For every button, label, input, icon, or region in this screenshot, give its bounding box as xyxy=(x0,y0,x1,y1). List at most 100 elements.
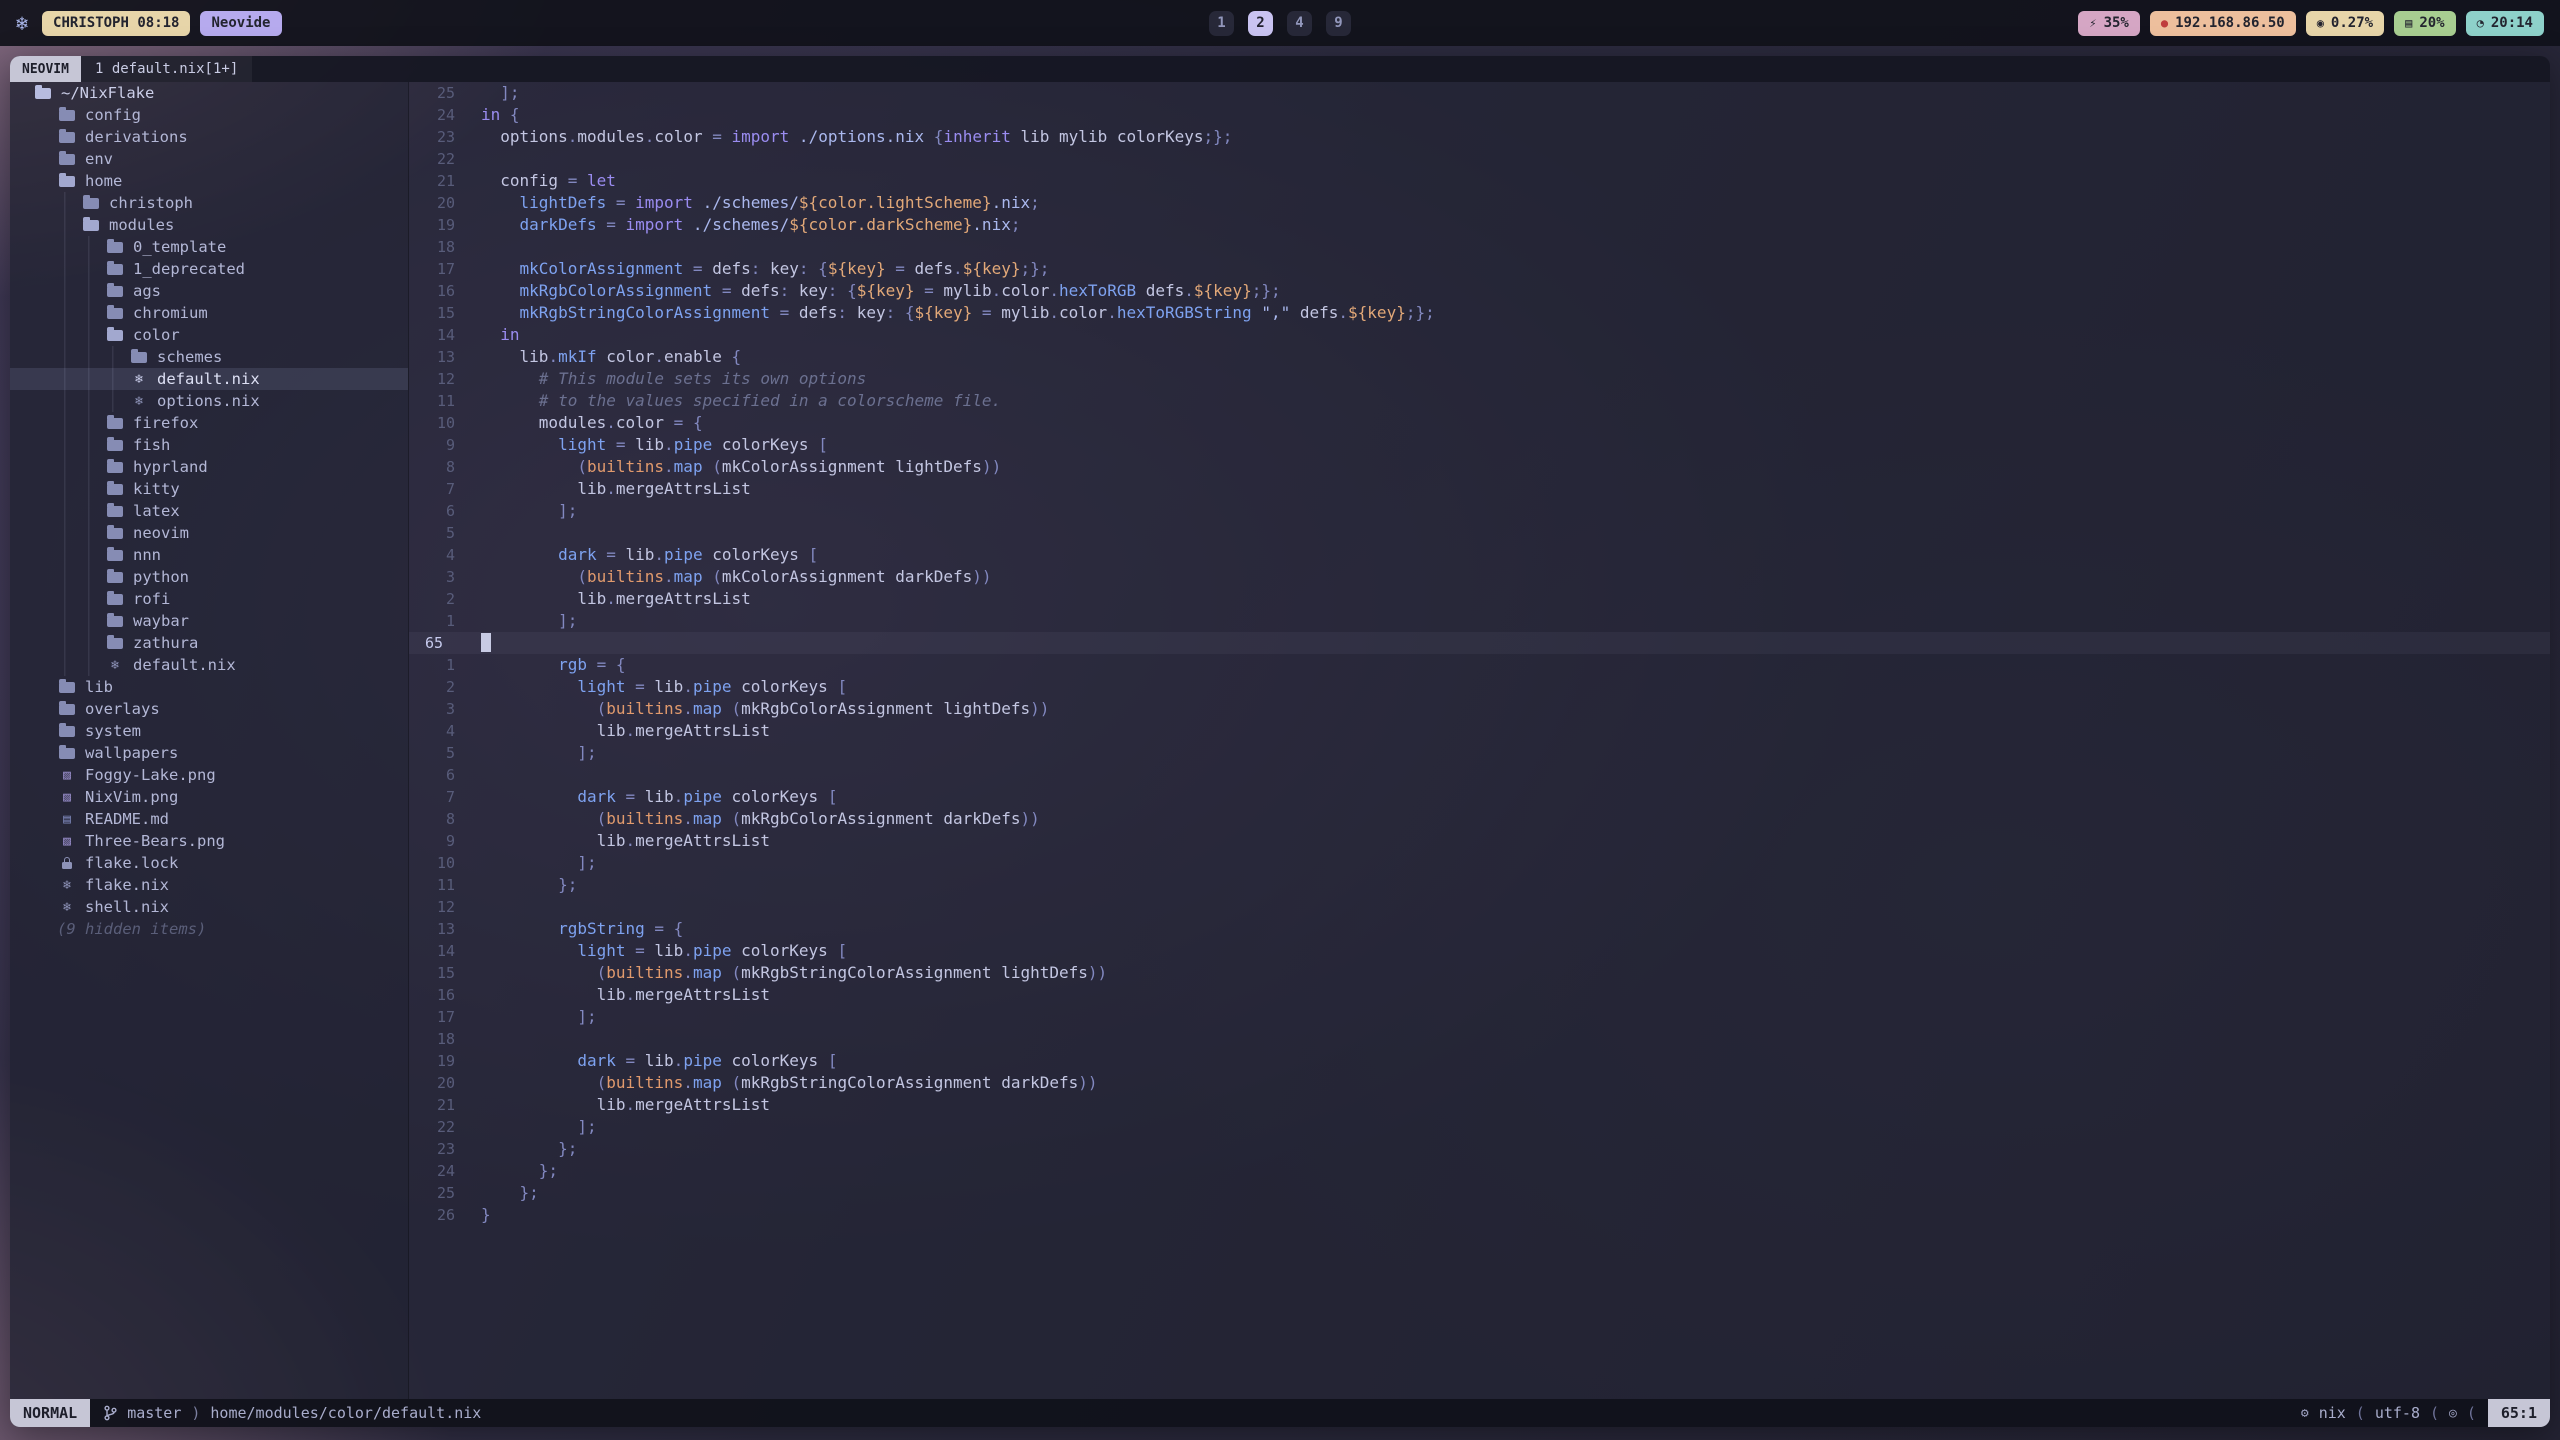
editor-line[interactable]: 15 mkRgbStringColorAssignment = defs: ke… xyxy=(409,302,2550,324)
editor-line[interactable]: 4 dark = lib.pipe colorKeys [ xyxy=(409,544,2550,566)
editor-line[interactable]: 2 light = lib.pipe colorKeys [ xyxy=(409,676,2550,698)
editor-line[interactable]: 12 # This module sets its own options xyxy=(409,368,2550,390)
tree-item-home[interactable]: home xyxy=(10,170,408,192)
editor-line[interactable]: 5 ]; xyxy=(409,742,2550,764)
editor-line[interactable]: 11 # to the values specified in a colors… xyxy=(409,390,2550,412)
tree-item-chromium[interactable]: chromium xyxy=(10,302,408,324)
editor-line[interactable]: 9 lib.mergeAttrsList xyxy=(409,830,2550,852)
tree-item-config[interactable]: config xyxy=(10,104,408,126)
editor-line[interactable]: 24 }; xyxy=(409,1160,2550,1182)
tree-item-default-nix[interactable]: ❄default.nix xyxy=(10,654,408,676)
tab-default-nix[interactable]: 1 default.nix[1+] xyxy=(81,56,252,82)
tree-item-waybar[interactable]: waybar xyxy=(10,610,408,632)
editor-line[interactable]: 18 xyxy=(409,1028,2550,1050)
workspace-button-9[interactable]: 9 xyxy=(1326,11,1351,36)
tree-item-three-bears-png[interactable]: ▨Three-Bears.png xyxy=(10,830,408,852)
editor-line[interactable]: 11 }; xyxy=(409,874,2550,896)
editor-line[interactable]: 5 xyxy=(409,522,2550,544)
editor-line[interactable]: 20 lightDefs = import ./schemes/${color.… xyxy=(409,192,2550,214)
editor-line[interactable]: 24in { xyxy=(409,104,2550,126)
tree-item-kitty[interactable]: kitty xyxy=(10,478,408,500)
editor-line[interactable]: 12 xyxy=(409,896,2550,918)
editor-line[interactable]: 8 (builtins.map (mkRgbColorAssignment da… xyxy=(409,808,2550,830)
editor-line[interactable]: 21 lib.mergeAttrsList xyxy=(409,1094,2550,1116)
code-text: ]; xyxy=(481,742,597,764)
workspace-button-2[interactable]: 2 xyxy=(1248,11,1273,36)
tree-item-nixflake[interactable]: ~/NixFlake xyxy=(10,82,408,104)
editor-line[interactable]: 22 xyxy=(409,148,2550,170)
tree-item-color[interactable]: color xyxy=(10,324,408,346)
editor-line[interactable]: 7 dark = lib.pipe colorKeys [ xyxy=(409,786,2550,808)
editor-line[interactable]: 21 config = let xyxy=(409,170,2550,192)
tree-item-modules[interactable]: modules xyxy=(10,214,408,236)
editor-line[interactable]: 18 xyxy=(409,236,2550,258)
tree-item-firefox[interactable]: firefox xyxy=(10,412,408,434)
tree-item-readme-md[interactable]: ▤README.md xyxy=(10,808,408,830)
editor-line[interactable]: 13 lib.mkIf color.enable { xyxy=(409,346,2550,368)
editor-line[interactable]: 14 light = lib.pipe colorKeys [ xyxy=(409,940,2550,962)
line-number: 9 xyxy=(409,434,481,456)
tree-item-christoph[interactable]: christoph xyxy=(10,192,408,214)
editor-line[interactable]: 10 ]; xyxy=(409,852,2550,874)
tree-item-1-deprecated[interactable]: 1_deprecated xyxy=(10,258,408,280)
tree-item-overlays[interactable]: overlays xyxy=(10,698,408,720)
editor-line[interactable]: 23 options.modules.color = import ./opti… xyxy=(409,126,2550,148)
tree-item-ags[interactable]: ags xyxy=(10,280,408,302)
tree-item-default-nix[interactable]: ❄default.nix xyxy=(10,368,408,390)
editor-line[interactable]: 16 lib.mergeAttrsList xyxy=(409,984,2550,1006)
editor-line[interactable]: 16 mkRgbColorAssignment = defs: key: {${… xyxy=(409,280,2550,302)
nix-file-icon: ❄ xyxy=(57,878,77,893)
editor[interactable]: 25 ];24in {23 options.modules.color = im… xyxy=(409,82,2550,1399)
tree-item-fish[interactable]: fish xyxy=(10,434,408,456)
tree-item-nnn[interactable]: nnn xyxy=(10,544,408,566)
tree-item-shell-nix[interactable]: ❄shell.nix xyxy=(10,896,408,918)
editor-line[interactable]: 14 in xyxy=(409,324,2550,346)
editor-line[interactable]: 3 (builtins.map (mkRgbColorAssignment li… xyxy=(409,698,2550,720)
editor-line[interactable]: 65 xyxy=(409,632,2550,654)
editor-line[interactable]: 7 lib.mergeAttrsList xyxy=(409,478,2550,500)
editor-line[interactable]: 22 ]; xyxy=(409,1116,2550,1138)
editor-line[interactable]: 26} xyxy=(409,1204,2550,1226)
tree-item-system[interactable]: system xyxy=(10,720,408,742)
editor-line[interactable]: 2 lib.mergeAttrsList xyxy=(409,588,2550,610)
tree-item-rofi[interactable]: rofi xyxy=(10,588,408,610)
editor-line[interactable]: 6 ]; xyxy=(409,500,2550,522)
editor-line[interactable]: 19 dark = lib.pipe colorKeys [ xyxy=(409,1050,2550,1072)
editor-line[interactable]: 17 mkColorAssignment = defs: key: {${key… xyxy=(409,258,2550,280)
tree-item-env[interactable]: env xyxy=(10,148,408,170)
tree-item-derivations[interactable]: derivations xyxy=(10,126,408,148)
editor-line[interactable]: 10 modules.color = { xyxy=(409,412,2550,434)
editor-line[interactable]: 15 (builtins.map (mkRgbStringColorAssign… xyxy=(409,962,2550,984)
tree-item-lib[interactable]: lib xyxy=(10,676,408,698)
editor-line[interactable]: 19 darkDefs = import ./schemes/${color.d… xyxy=(409,214,2550,236)
tree-item-options-nix[interactable]: ❄options.nix xyxy=(10,390,408,412)
editor-line[interactable]: 13 rgbString = { xyxy=(409,918,2550,940)
editor-line[interactable]: 8 (builtins.map (mkColorAssignment light… xyxy=(409,456,2550,478)
tree-item-flake-nix[interactable]: ❄flake.nix xyxy=(10,874,408,896)
tree-item-foggy-lake-png[interactable]: ▨Foggy-Lake.png xyxy=(10,764,408,786)
editor-line[interactable]: 20 (builtins.map (mkRgbStringColorAssign… xyxy=(409,1072,2550,1094)
editor-line[interactable]: 1 rgb = { xyxy=(409,654,2550,676)
tree-item-nixvim-png[interactable]: ▨NixVim.png xyxy=(10,786,408,808)
editor-line[interactable]: 25 ]; xyxy=(409,82,2550,104)
tree-item-9-hidden-items[interactable]: (9 hidden items) xyxy=(10,918,408,940)
editor-line[interactable]: 9 light = lib.pipe colorKeys [ xyxy=(409,434,2550,456)
editor-line[interactable]: 25 }; xyxy=(409,1182,2550,1204)
editor-line[interactable]: 6 xyxy=(409,764,2550,786)
tree-item-zathura[interactable]: zathura xyxy=(10,632,408,654)
workspace-button-4[interactable]: 4 xyxy=(1287,11,1312,36)
workspace-button-1[interactable]: 1 xyxy=(1209,11,1234,36)
tree-item-0-template[interactable]: 0_template xyxy=(10,236,408,258)
editor-line[interactable]: 1 ]; xyxy=(409,610,2550,632)
tree-item-python[interactable]: python xyxy=(10,566,408,588)
editor-line[interactable]: 17 ]; xyxy=(409,1006,2550,1028)
tree-item-flake-lock[interactable]: flake.lock xyxy=(10,852,408,874)
tree-item-latex[interactable]: latex xyxy=(10,500,408,522)
editor-line[interactable]: 23 }; xyxy=(409,1138,2550,1160)
tree-item-wallpapers[interactable]: wallpapers xyxy=(10,742,408,764)
tree-item-hyprland[interactable]: hyprland xyxy=(10,456,408,478)
tree-item-neovim[interactable]: neovim xyxy=(10,522,408,544)
tree-item-schemes[interactable]: schemes xyxy=(10,346,408,368)
editor-line[interactable]: 3 (builtins.map (mkColorAssignment darkD… xyxy=(409,566,2550,588)
editor-line[interactable]: 4 lib.mergeAttrsList xyxy=(409,720,2550,742)
